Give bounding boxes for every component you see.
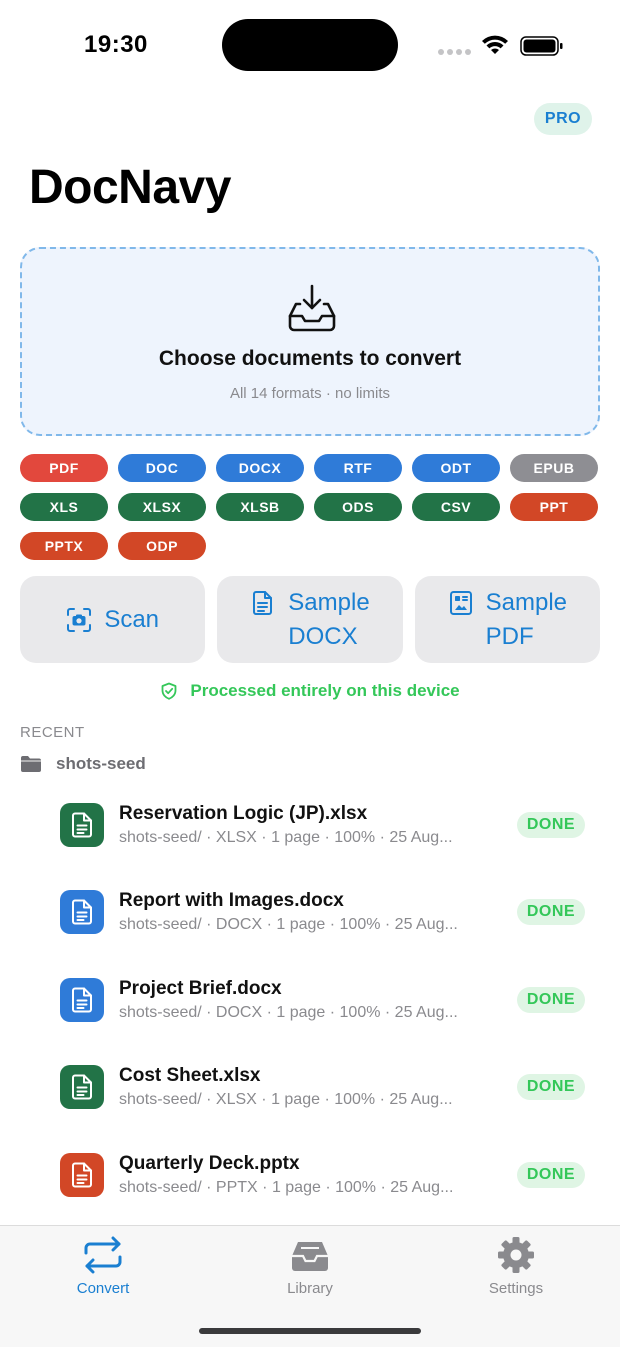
format-chip-xls[interactable]: XLS xyxy=(20,493,108,521)
shield-check-icon xyxy=(161,682,177,700)
sample-docx-button[interactable]: Sample DOCX xyxy=(217,576,403,663)
folder-name: shots-seed xyxy=(56,754,146,773)
tab-convert-label: Convert xyxy=(76,1280,130,1297)
file-meta: shots-seed/ · DOCX · 1 page · 100% · 25 … xyxy=(119,1003,458,1021)
tab-settings-label: Settings xyxy=(488,1280,544,1297)
document-icon xyxy=(60,1065,104,1110)
dropzone-subtitle: All 14 formats · no limits xyxy=(229,385,391,402)
page-title: DocNavy xyxy=(29,161,231,214)
format-chip-ppt[interactable]: PPT xyxy=(510,493,598,521)
file-name: Quarterly Deck.pptx xyxy=(119,1152,300,1174)
tray-icon xyxy=(292,1242,328,1271)
inbox-download-icon xyxy=(288,284,336,332)
document-icon xyxy=(60,977,104,1022)
sample-pdf-label-line1: Sample xyxy=(485,589,567,616)
tab-library[interactable]: Library xyxy=(240,1236,380,1297)
recent-files-list: Reservation Logic (JP).xlsx shots-seed/ ·… xyxy=(60,800,600,1237)
format-chip-xlsx[interactable]: XLSX xyxy=(118,493,206,521)
scan-label: Scan xyxy=(104,605,160,633)
status-badge: DONE xyxy=(517,1161,585,1188)
file-meta: shots-seed/ · DOCX · 1 page · 100% · 25 … xyxy=(119,916,458,934)
format-chip-docx[interactable]: DOCX xyxy=(216,454,304,482)
document-dropzone[interactable]: Choose documents to convert All 14 forma… xyxy=(20,247,600,436)
format-chip-rtf[interactable]: RTF xyxy=(314,454,402,482)
sample-docx-label-line1: Sample xyxy=(288,589,370,616)
status-time: 19:30 xyxy=(84,31,148,58)
document-icon xyxy=(60,1152,104,1197)
file-name: Reservation Logic (JP).xlsx xyxy=(119,803,368,824)
document-icon xyxy=(60,890,104,935)
folder-icon xyxy=(21,756,41,772)
status-bar: 19:30 xyxy=(0,0,620,92)
gear-icon xyxy=(498,1237,534,1273)
sample-docx-label-line2: DOCX xyxy=(288,623,358,650)
recent-file-row[interactable]: Cost Sheet.xlsx shots-seed/ · XLSX · 1 pa… xyxy=(60,1062,600,1149)
file-name: Cost Sheet.xlsx xyxy=(119,1065,261,1087)
document-icon xyxy=(60,803,104,847)
tab-convert[interactable]: Convert xyxy=(33,1236,173,1297)
format-chip-csv[interactable]: CSV xyxy=(412,493,500,521)
battery-icon xyxy=(520,36,563,56)
tab-settings[interactable]: Settings xyxy=(446,1236,586,1297)
convert-arrows-icon xyxy=(84,1236,122,1274)
format-chip-xlsb[interactable]: XLSB xyxy=(216,493,304,521)
privacy-note: Processed entirely on this device xyxy=(0,681,620,701)
file-meta: shots-seed/ · XLSX · 1 page · 100% · 25 … xyxy=(119,1091,453,1109)
quick-actions: Scan Sample DOCX Sample PDF xyxy=(20,576,600,663)
recent-file-row[interactable]: Quarterly Deck.pptx shots-seed/ · PPTX · … xyxy=(60,1150,600,1237)
format-chip-odt[interactable]: ODT xyxy=(412,454,500,482)
recent-section-label: RECENT xyxy=(20,724,85,741)
recent-file-row[interactable]: Project Brief.docx shots-seed/ · DOCX · 1… xyxy=(60,975,600,1062)
pro-badge[interactable]: PRO xyxy=(534,103,592,135)
dropzone-title: Choose documents to convert xyxy=(158,347,462,370)
format-chip-ods[interactable]: ODS xyxy=(314,493,402,521)
file-name: Project Brief.docx xyxy=(119,977,282,999)
sample-pdf-label-line2: PDF xyxy=(485,623,534,650)
camera-scan-icon xyxy=(67,607,92,632)
recent-file-row[interactable]: Reservation Logic (JP).xlsx shots-seed/ ·… xyxy=(60,800,600,887)
status-badge: DONE xyxy=(517,1074,585,1101)
document-icon xyxy=(253,591,273,615)
scan-button[interactable]: Scan xyxy=(20,576,206,663)
format-chip-doc[interactable]: DOC xyxy=(118,454,206,482)
file-meta: shots-seed/ · XLSX · 1 page · 100% · 25 … xyxy=(119,829,453,846)
home-indicator xyxy=(199,1328,421,1334)
pdf-document-icon xyxy=(449,591,472,615)
cellular-signal-icon xyxy=(438,49,471,55)
format-chip-pdf[interactable]: PDF xyxy=(20,454,108,482)
file-name: Report with Images.docx xyxy=(119,890,344,912)
recent-file-row[interactable]: Report with Images.docx shots-seed/ · DOC… xyxy=(60,887,600,974)
format-chip-epub[interactable]: EPUB xyxy=(510,454,598,482)
format-chips: PDF DOC DOCX RTF ODT EPUB XLS XLSX XLSB ODS CSV PPT… xyxy=(20,454,604,560)
recent-folder[interactable]: shots-seed xyxy=(20,754,146,774)
tab-library-label: Library xyxy=(287,1280,333,1297)
dynamic-island xyxy=(222,19,398,71)
format-chip-odp[interactable]: ODP xyxy=(118,532,206,560)
status-badge: DONE xyxy=(517,986,585,1013)
sample-pdf-button[interactable]: Sample PDF xyxy=(414,576,600,663)
privacy-text: Processed entirely on this device xyxy=(190,681,460,700)
file-meta: shots-seed/ · PPTX · 1 page · 100% · 25 … xyxy=(119,1178,454,1196)
format-chip-pptx[interactable]: PPTX xyxy=(20,532,108,560)
status-badge: DONE xyxy=(517,812,585,838)
wifi-icon xyxy=(482,35,508,54)
status-badge: DONE xyxy=(517,899,585,926)
